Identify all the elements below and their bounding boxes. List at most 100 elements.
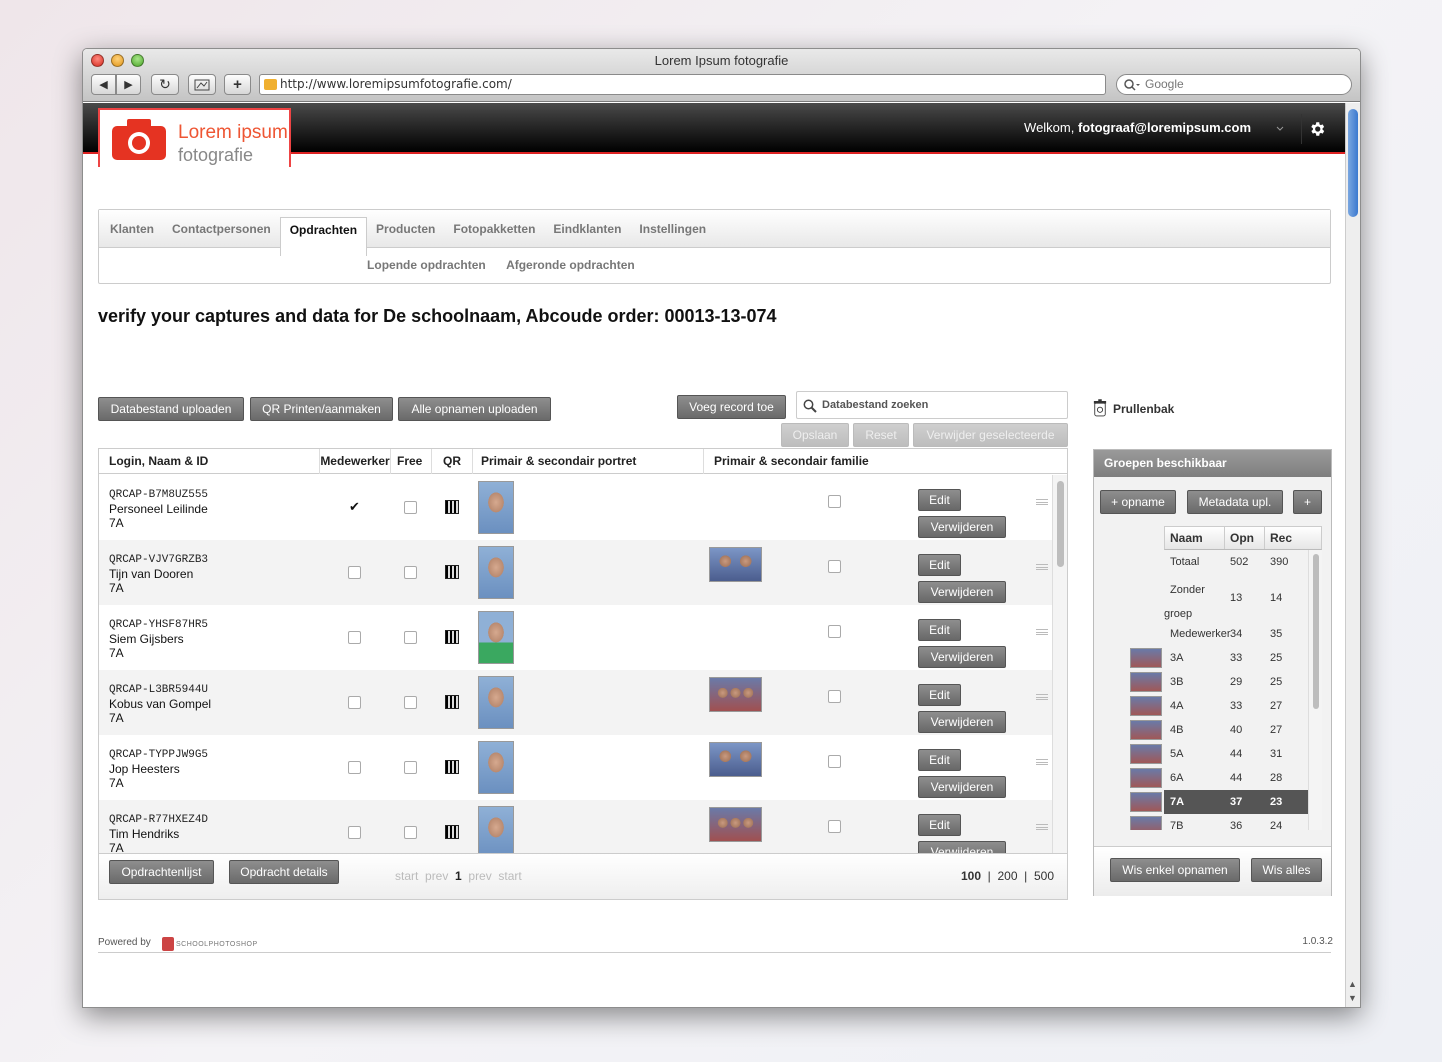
page-scrollbar-thumb[interactable] — [1348, 109, 1358, 217]
tab-eindklanten[interactable]: Eindklanten — [544, 210, 630, 248]
family-checkbox[interactable] — [828, 625, 841, 638]
reload-button[interactable]: ↻ — [151, 74, 179, 95]
per-page-500[interactable]: 500 — [1034, 869, 1054, 883]
edit-button[interactable]: Edit — [918, 554, 961, 576]
save-button[interactable]: Opslaan — [781, 423, 849, 447]
qr-print-button[interactable]: QR Printen/aanmaken — [250, 397, 393, 421]
portrait-thumbnail[interactable] — [478, 741, 514, 794]
group-row[interactable]: 3A 33 25 — [1164, 646, 1308, 670]
site-logo[interactable]: Lorem ipsum fotografie — [98, 108, 291, 167]
free-checkbox[interactable] — [404, 566, 417, 579]
tab-instellingen[interactable]: Instellingen — [630, 210, 715, 248]
group-row-selected[interactable]: 7A 37 23 — [1164, 790, 1308, 814]
clear-all-button[interactable]: Wis alles — [1251, 858, 1322, 882]
order-details-button[interactable]: Opdracht details — [229, 860, 339, 884]
trash-icon[interactable] — [1093, 399, 1107, 417]
tab-contactpersonen[interactable]: Contactpersonen — [163, 210, 280, 248]
delete-button[interactable]: Verwijderen — [918, 776, 1006, 798]
group-thumbnail[interactable] — [1130, 648, 1162, 668]
pager-prev-2[interactable]: prev — [468, 869, 491, 883]
portrait-thumbnail[interactable] — [478, 806, 514, 853]
delete-button[interactable]: Verwijderen — [918, 711, 1006, 733]
family-checkbox[interactable] — [828, 820, 841, 833]
group-row[interactable]: 5A 44 31 — [1164, 742, 1308, 766]
groups-scrollbar-thumb[interactable] — [1313, 554, 1319, 709]
drag-handle-icon[interactable] — [1036, 499, 1048, 505]
group-thumbnail[interactable] — [1130, 768, 1162, 788]
family-checkbox[interactable] — [828, 560, 841, 573]
pager-start-2[interactable]: start — [498, 869, 521, 883]
qr-code-icon[interactable] — [445, 695, 459, 709]
family-thumbnail[interactable] — [709, 807, 762, 842]
browser-search-input[interactable]: Google — [1116, 74, 1352, 95]
group-row[interactable]: Medewerker 34 35 — [1164, 622, 1308, 646]
group-row[interactable]: 4A 33 27 — [1164, 694, 1308, 718]
drag-handle-icon[interactable] — [1036, 629, 1048, 635]
delete-button[interactable]: Verwijderen — [918, 646, 1006, 668]
add-record-button[interactable]: Voeg record toe — [677, 395, 786, 419]
group-row[interactable]: 3B 29 25 — [1164, 670, 1308, 694]
medewerker-checkbox[interactable] — [348, 826, 361, 839]
schoolphotoshop-brand[interactable]: SCHOOLPHOTOSHOP — [176, 941, 258, 948]
snapback-button[interactable] — [188, 74, 216, 95]
database-search-input[interactable]: Databestand zoeken — [796, 391, 1068, 419]
user-email[interactable]: fotograaf@loremipsum.com — [1078, 120, 1251, 135]
drag-handle-icon[interactable] — [1036, 564, 1048, 570]
per-page-100[interactable]: 100 — [961, 869, 981, 883]
drag-handle-icon[interactable] — [1036, 759, 1048, 765]
medewerker-checkbox[interactable] — [348, 631, 361, 644]
delete-button[interactable]: Verwijderen — [918, 841, 1006, 853]
portrait-thumbnail[interactable] — [478, 611, 514, 664]
page-scrollbar[interactable]: ▲ ▼ — [1345, 103, 1360, 1007]
drag-handle-icon[interactable] — [1036, 694, 1048, 700]
edit-button[interactable]: Edit — [918, 749, 961, 771]
scroll-down-button[interactable]: ▼ — [1348, 993, 1357, 1003]
tab-fotopakketten[interactable]: Fotopakketten — [444, 210, 544, 248]
delete-button[interactable]: Verwijderen — [918, 516, 1006, 538]
portrait-thumbnail[interactable] — [478, 481, 514, 534]
add-capture-button[interactable]: + opname — [1100, 490, 1176, 514]
pager-prev[interactable]: prev — [425, 869, 448, 883]
group-thumbnail[interactable] — [1130, 816, 1162, 830]
free-checkbox[interactable] — [404, 501, 417, 514]
settings-button[interactable] — [1301, 114, 1331, 144]
medewerker-checkbox[interactable] — [348, 761, 361, 774]
group-row[interactable]: 7B 36 24 — [1164, 814, 1308, 830]
edit-button[interactable]: Edit — [918, 814, 961, 836]
free-checkbox[interactable] — [404, 696, 417, 709]
group-thumbnail[interactable] — [1130, 672, 1162, 692]
groups-scrollbar[interactable] — [1308, 550, 1322, 830]
family-checkbox[interactable] — [828, 755, 841, 768]
forward-button[interactable]: ▶ — [116, 74, 141, 95]
edit-button[interactable]: Edit — [918, 619, 961, 641]
pager-start[interactable]: start — [395, 869, 418, 883]
subtab-afgeronde-opdrachten[interactable]: Afgeronde opdrachten — [506, 258, 635, 272]
reset-button[interactable]: Reset — [853, 423, 909, 447]
free-checkbox[interactable] — [404, 631, 417, 644]
family-checkbox[interactable] — [828, 495, 841, 508]
portrait-thumbnail[interactable] — [478, 676, 514, 729]
free-checkbox[interactable] — [404, 761, 417, 774]
group-row[interactable]: 6A 44 28 — [1164, 766, 1308, 790]
edit-button[interactable]: Edit — [918, 684, 961, 706]
delete-selected-button[interactable]: Verwijder geselecteerde — [913, 423, 1068, 447]
table-scrollbar[interactable] — [1052, 475, 1067, 853]
tab-opdrachten[interactable]: Opdrachten — [279, 217, 368, 256]
medewerker-checkbox[interactable] — [348, 499, 361, 515]
orders-list-button[interactable]: Opdrachtenlijst — [109, 860, 214, 884]
tab-klanten[interactable]: Klanten — [101, 210, 163, 248]
edit-button[interactable]: Edit — [918, 489, 961, 511]
family-checkbox[interactable] — [828, 690, 841, 703]
free-checkbox[interactable] — [404, 826, 417, 839]
chevron-down-icon[interactable] — [1276, 126, 1284, 132]
upload-database-button[interactable]: Databestand uploaden — [98, 397, 244, 421]
family-thumbnail[interactable] — [709, 677, 762, 712]
table-scrollbar-thumb[interactable] — [1057, 481, 1064, 567]
qr-code-icon[interactable] — [445, 500, 459, 514]
trash-link[interactable]: Prullenbak — [1113, 402, 1174, 416]
back-button[interactable]: ◀ — [91, 74, 116, 95]
group-row[interactable]: 4B 40 27 — [1164, 718, 1308, 742]
drag-handle-icon[interactable] — [1036, 824, 1048, 830]
group-row[interactable]: Zonder groep 13 14 — [1164, 574, 1308, 622]
delete-button[interactable]: Verwijderen — [918, 581, 1006, 603]
